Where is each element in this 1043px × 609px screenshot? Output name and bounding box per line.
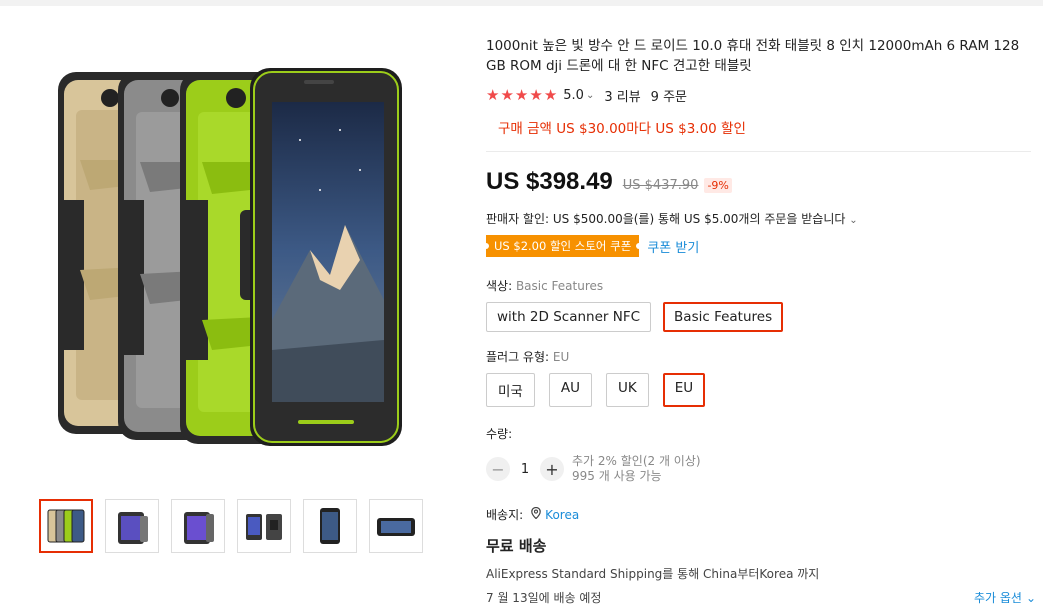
- star-icon: ★: [529, 86, 543, 104]
- divider: [486, 151, 1031, 152]
- seller-discount[interactable]: 판매자 할인: US $500.00을(를) 통해 US $5.00개의 주문을…: [486, 210, 1036, 227]
- star-icon: ★: [500, 86, 514, 104]
- free-shipping-title: 무료 배송: [486, 537, 547, 555]
- shipping-method: AliExpress Standard Shipping를 통해 China부터…: [486, 567, 820, 581]
- thumbnail-2[interactable]: [105, 499, 159, 553]
- rating-score[interactable]: 5.0: [563, 88, 584, 103]
- chevron-down-icon: ⌄: [1025, 590, 1036, 605]
- plug-options: 미국 AU UK EU: [486, 373, 1036, 407]
- thumbnail-3[interactable]: [171, 499, 225, 553]
- thumbnail-strip: [39, 499, 423, 553]
- stock-available-note: 995 개 사용 가능: [572, 469, 662, 483]
- quantity-stepper: − 1 + 추가 2% 할인(2 개 이상) 995 개 사용 가능: [486, 454, 1036, 484]
- top-band: [0, 0, 1043, 6]
- thumbnail-1[interactable]: [39, 499, 93, 553]
- quantity-label: 수량:: [486, 427, 513, 441]
- quantity-increase-button[interactable]: +: [540, 457, 564, 481]
- more-options-label: 추가 옵션: [973, 591, 1022, 605]
- more-shipping-options[interactable]: 추가 옵션 ⌄: [974, 589, 1036, 606]
- get-coupon-link[interactable]: 쿠폰 받기: [647, 237, 699, 256]
- star-icon: ★: [543, 86, 558, 104]
- delivery-row: 7 월 13일에 배송 예정 추가 옵션 ⌄: [486, 589, 1036, 606]
- plug-option-eu[interactable]: EU: [662, 373, 706, 407]
- chevron-down-icon: ⌄: [849, 215, 858, 226]
- color-selected-value: Basic Features: [515, 279, 604, 293]
- ship-to-label: 배송지:: [486, 508, 524, 522]
- plug-label-text: 플러그 유형:: [486, 350, 550, 364]
- rating-stars[interactable]: ★ ★ ★ ★ ★: [486, 88, 557, 103]
- color-options: with 2D Scanner NFC Basic Features: [486, 302, 1036, 332]
- plug-option-au[interactable]: AU: [548, 373, 592, 407]
- ship-to-row: 배송지: Korea: [486, 506, 1036, 523]
- reviews-count[interactable]: 3 리뷰: [604, 86, 640, 105]
- location-pin-icon: [531, 506, 541, 522]
- color-option-scanner-nfc[interactable]: with 2D Scanner NFC: [486, 302, 652, 332]
- color-label: 색상: Basic Features: [486, 277, 1036, 294]
- quantity-decrease-button[interactable]: −: [486, 457, 510, 481]
- color-label-text: 색상:: [486, 279, 513, 293]
- star-icon: ★: [486, 86, 500, 104]
- coupon-row: US $2.00 할인 스토어 쿠폰 쿠폰 받기: [486, 235, 1036, 257]
- thumbnail-4[interactable]: [237, 499, 291, 553]
- price-row: US $398.49 US $437.90 -9%: [486, 168, 1036, 196]
- product-info: 1000nit 높은 빛 방수 안 드 로이드 10.0 휴대 전화 태블릿 8…: [486, 36, 1036, 606]
- chevron-down-icon[interactable]: ⌄: [586, 90, 594, 101]
- color-option-basic-features[interactable]: Basic Features: [663, 302, 784, 332]
- plug-selected-value: EU: [552, 350, 570, 364]
- seller-discount-text: 판매자 할인: US $500.00을(를) 통해 US $5.00개의 주문을…: [486, 212, 846, 226]
- plug-type-label: 플러그 유형: EU: [486, 348, 1036, 365]
- orders-count: 9 주문: [650, 90, 687, 105]
- front-phone-image: [250, 68, 402, 446]
- original-price: US $437.90: [622, 178, 699, 193]
- main-product-image[interactable]: [40, 50, 420, 470]
- store-promo-text: 구매 금액 US $30.00마다 US $3.00 할인: [498, 121, 746, 137]
- ship-country-link[interactable]: Korea: [545, 508, 579, 522]
- bulk-discount-note: 추가 2% 할인(2 개 이상): [572, 454, 701, 468]
- quantity-note: 추가 2% 할인(2 개 이상) 995 개 사용 가능: [572, 454, 701, 484]
- product-title: 1000nit 높은 빛 방수 안 드 로이드 10.0 휴대 전화 태블릿 8…: [486, 38, 1020, 74]
- discount-badge: -9%: [704, 178, 732, 193]
- plug-option-us[interactable]: 미국: [486, 373, 535, 407]
- thumbnail-5[interactable]: [303, 499, 357, 553]
- plug-option-uk[interactable]: UK: [605, 373, 649, 407]
- store-coupon-badge: US $2.00 할인 스토어 쿠폰: [486, 235, 640, 257]
- star-icon: ★: [514, 86, 529, 104]
- thumbnail-6[interactable]: [369, 499, 423, 553]
- quantity-input[interactable]: 1: [510, 462, 540, 477]
- delivery-estimate: 7 월 13일에 배송 예정: [486, 591, 602, 605]
- rating-row: ★ ★ ★ ★ ★ 5.0 ⌄ 3 리뷰 9 주문: [486, 86, 1036, 106]
- current-price: US $398.49: [486, 168, 613, 195]
